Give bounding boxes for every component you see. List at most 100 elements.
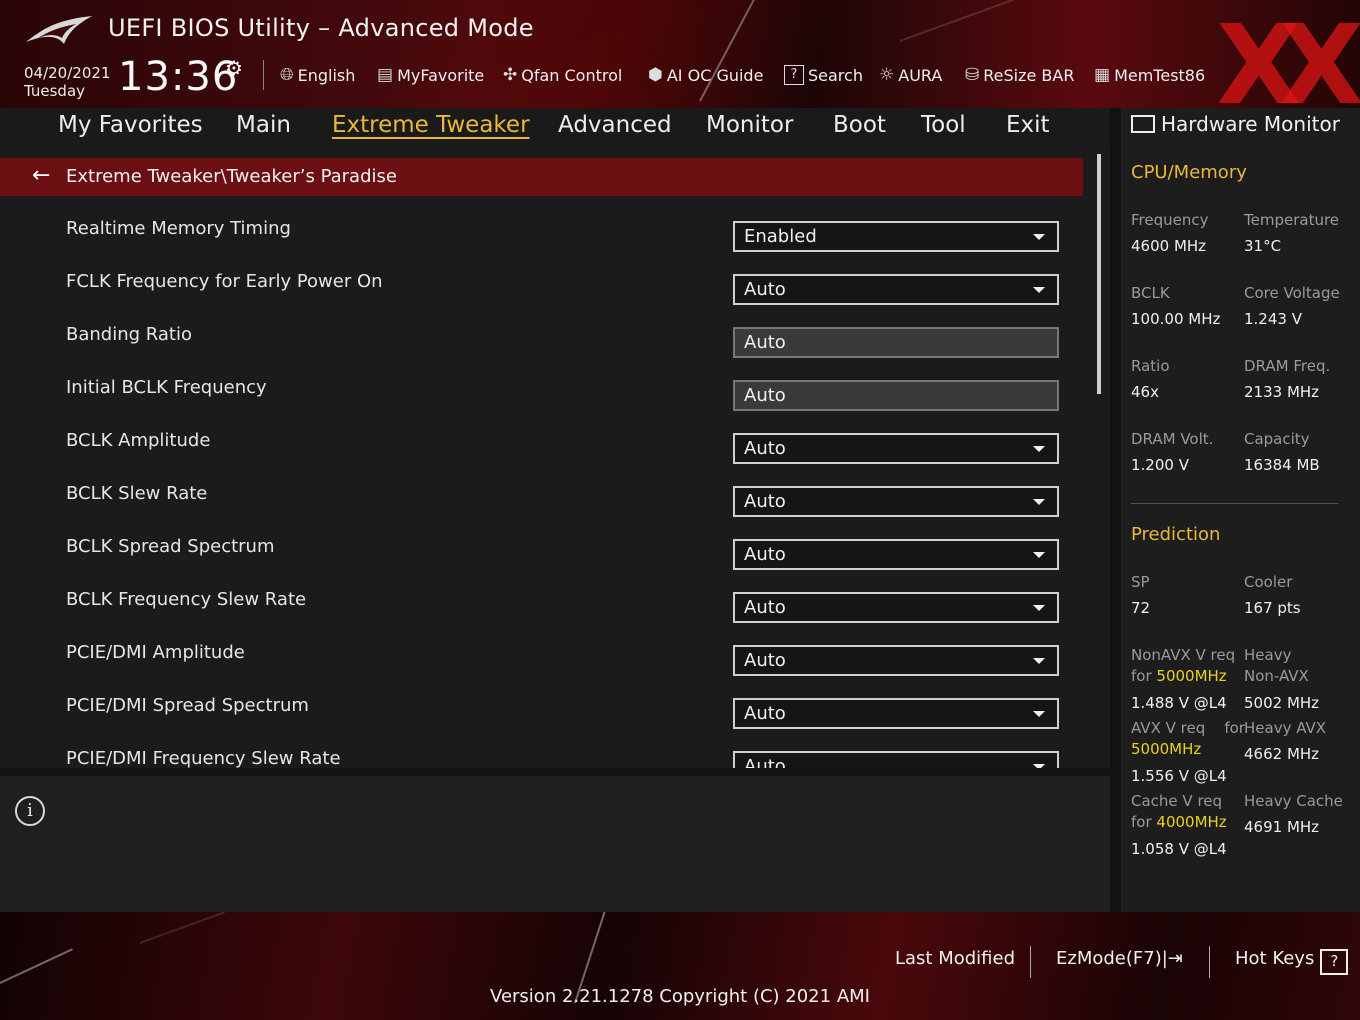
toolbar-aura-label: AURA xyxy=(898,65,943,85)
toolbar-search-label: Search xyxy=(808,65,863,85)
favorite-icon: ▤ xyxy=(377,65,394,85)
setting-row: Initial BCLK Frequency Auto xyxy=(0,367,1083,420)
toolbar-memtest[interactable]: ▦ MemTest86 xyxy=(1094,62,1205,88)
section-divider xyxy=(1131,503,1338,504)
toolbar-aura[interactable]: ☼ AURA xyxy=(879,62,942,88)
tab-monitor[interactable]: Monitor xyxy=(706,112,793,138)
date-display: 04/20/2021 xyxy=(24,64,111,82)
dram-volt-value: 1.200 V xyxy=(1131,456,1189,474)
tab-my-favorites[interactable]: My Favorites xyxy=(58,112,203,138)
chevron-down-icon xyxy=(1033,287,1045,293)
tab-tool[interactable]: Tool xyxy=(921,112,966,138)
capacity-label: Capacity xyxy=(1244,430,1310,448)
last-modified-button[interactable]: Last Modified xyxy=(895,948,1015,969)
setting-value: Auto xyxy=(744,279,786,300)
setting-row[interactable]: Realtime Memory Timing Enabled xyxy=(0,208,1083,261)
toolbar-resize-bar[interactable]: ⛁ ReSize BAR xyxy=(965,62,1074,88)
temperature-label: Temperature xyxy=(1244,211,1340,229)
toolbar-myfavorite[interactable]: ▤ MyFavorite xyxy=(377,62,484,88)
rog-logo-icon xyxy=(26,16,92,44)
setting-value: Enabled xyxy=(744,226,817,247)
app-title: UEFI BIOS Utility – Advanced Mode xyxy=(108,14,534,42)
heavy-nonavx-label-b: Non-AVX xyxy=(1244,667,1309,685)
prediction-heading: Prediction xyxy=(1131,524,1221,545)
nonavx-label: NonAVX V req xyxy=(1131,646,1236,664)
setting-dropdown[interactable]: Auto xyxy=(733,433,1059,464)
tab-advanced[interactable]: Advanced xyxy=(558,112,672,138)
cache-freq: 4000MHz xyxy=(1156,813,1227,831)
watermark-logo: XX xyxy=(1216,1,1360,108)
core-voltage-label: Core Voltage xyxy=(1244,284,1340,302)
setting-row[interactable]: PCIE/DMI Spread Spectrum Auto xyxy=(0,685,1083,738)
setting-dropdown[interactable]: Auto xyxy=(733,539,1059,570)
cache-for-text: for xyxy=(1131,813,1152,831)
setting-label: BCLK Spread Spectrum xyxy=(66,536,275,557)
tab-extreme-tweaker[interactable]: Extreme Tweaker xyxy=(332,112,530,138)
setting-row[interactable]: BCLK Spread Spectrum Auto xyxy=(0,526,1083,579)
nonavx-voltage: 1.488 V @L4 xyxy=(1131,694,1227,712)
avx-label-text: AVX V req xyxy=(1131,719,1206,737)
capacity-value: 16384 MB xyxy=(1244,456,1320,474)
setting-row: Banding Ratio Auto xyxy=(0,314,1083,367)
heavy-nonavx-label-a: Heavy xyxy=(1244,646,1292,664)
setting-dropdown[interactable]: Auto xyxy=(733,486,1059,517)
setting-dropdown[interactable]: Auto xyxy=(733,645,1059,676)
setting-dropdown[interactable]: Auto xyxy=(733,751,1059,768)
toolbar-language[interactable]: 🌐︎ English xyxy=(280,62,355,88)
tab-main[interactable]: Main xyxy=(236,112,291,138)
heavy-nonavx-value: 5002 MHz xyxy=(1244,694,1320,712)
setting-value: Auto xyxy=(744,491,786,512)
avx-for-text: for xyxy=(1224,719,1245,737)
core-voltage-value: 1.243 V xyxy=(1244,310,1302,328)
back-arrow-icon[interactable]: ← xyxy=(32,163,50,188)
setting-row[interactable]: BCLK Frequency Slew Rate Auto xyxy=(0,579,1083,632)
hardware-monitor-panel: Hardware Monitor CPU/Memory Frequency 46… xyxy=(1121,108,1360,912)
monitor-icon xyxy=(1131,115,1155,133)
tab-boot[interactable]: Boot xyxy=(833,112,886,138)
tab-exit[interactable]: Exit xyxy=(1006,112,1050,138)
chevron-down-icon xyxy=(1033,234,1045,240)
setting-label: Initial BCLK Frequency xyxy=(66,377,267,398)
heavy-avx-value: 4662 MHz xyxy=(1244,745,1320,763)
setting-row[interactable]: PCIE/DMI Frequency Slew Rate Auto xyxy=(0,738,1083,768)
resize-bar-icon: ⛁ xyxy=(965,65,980,85)
setting-dropdown[interactable]: Auto xyxy=(733,592,1059,623)
setting-row[interactable]: BCLK Slew Rate Auto xyxy=(0,473,1083,526)
setting-row[interactable]: PCIE/DMI Amplitude Auto xyxy=(0,632,1083,685)
cooler-label: Cooler xyxy=(1244,573,1293,591)
frequency-label: Frequency xyxy=(1131,211,1209,229)
hot-keys-button[interactable]: Hot Keys? xyxy=(1235,948,1349,975)
time-display[interactable]: 13:36 xyxy=(118,54,238,100)
setting-row[interactable]: FCLK Frequency for Early Power On Auto xyxy=(0,261,1083,314)
setting-label: FCLK Frequency for Early Power On xyxy=(66,271,383,292)
globe-icon: 🌐︎ xyxy=(280,65,294,85)
hot-keys-label: Hot Keys xyxy=(1235,948,1315,969)
info-icon: i xyxy=(15,796,45,826)
dram-freq-value: 2133 MHz xyxy=(1244,383,1320,401)
frequency-value: 4600 MHz xyxy=(1131,237,1207,255)
toolbar-ai-oc-label: AI OC Guide xyxy=(666,65,764,85)
toolbar-search[interactable]: ? Search xyxy=(784,62,863,88)
bclk-label: BCLK xyxy=(1131,284,1170,302)
setting-dropdown[interactable]: Auto xyxy=(733,274,1059,305)
heavy-cache-label: Heavy Cache xyxy=(1244,792,1343,810)
hardware-monitor-title-text: Hardware Monitor xyxy=(1161,112,1340,136)
setting-row[interactable]: BCLK Amplitude Auto xyxy=(0,420,1083,473)
setting-value: Auto xyxy=(744,703,786,724)
gear-icon[interactable]: ⚙ xyxy=(225,56,243,80)
settings-scrollbar[interactable] xyxy=(1097,154,1101,394)
setting-dropdown[interactable]: Auto xyxy=(733,698,1059,729)
hardware-monitor-title: Hardware Monitor xyxy=(1131,112,1340,136)
toolbar-myfavorite-label: MyFavorite xyxy=(397,65,485,85)
setting-value: Auto xyxy=(744,438,786,459)
toolbar-qfan[interactable]: ✣ Qfan Control xyxy=(503,62,622,88)
bclk-value: 100.00 MHz xyxy=(1131,310,1221,328)
setting-dropdown[interactable]: Enabled xyxy=(733,221,1059,252)
chevron-down-icon xyxy=(1033,552,1045,558)
chevron-down-icon xyxy=(1033,605,1045,611)
cache-for-label: for 4000MHz xyxy=(1131,812,1227,833)
ezmode-button[interactable]: EzMode(F7)|⇥ xyxy=(1056,948,1183,969)
setting-label: Realtime Memory Timing xyxy=(66,218,291,239)
cpu-memory-heading: CPU/Memory xyxy=(1131,162,1247,183)
toolbar-ai-oc-guide[interactable]: ⬢ AI OC Guide xyxy=(648,62,763,88)
